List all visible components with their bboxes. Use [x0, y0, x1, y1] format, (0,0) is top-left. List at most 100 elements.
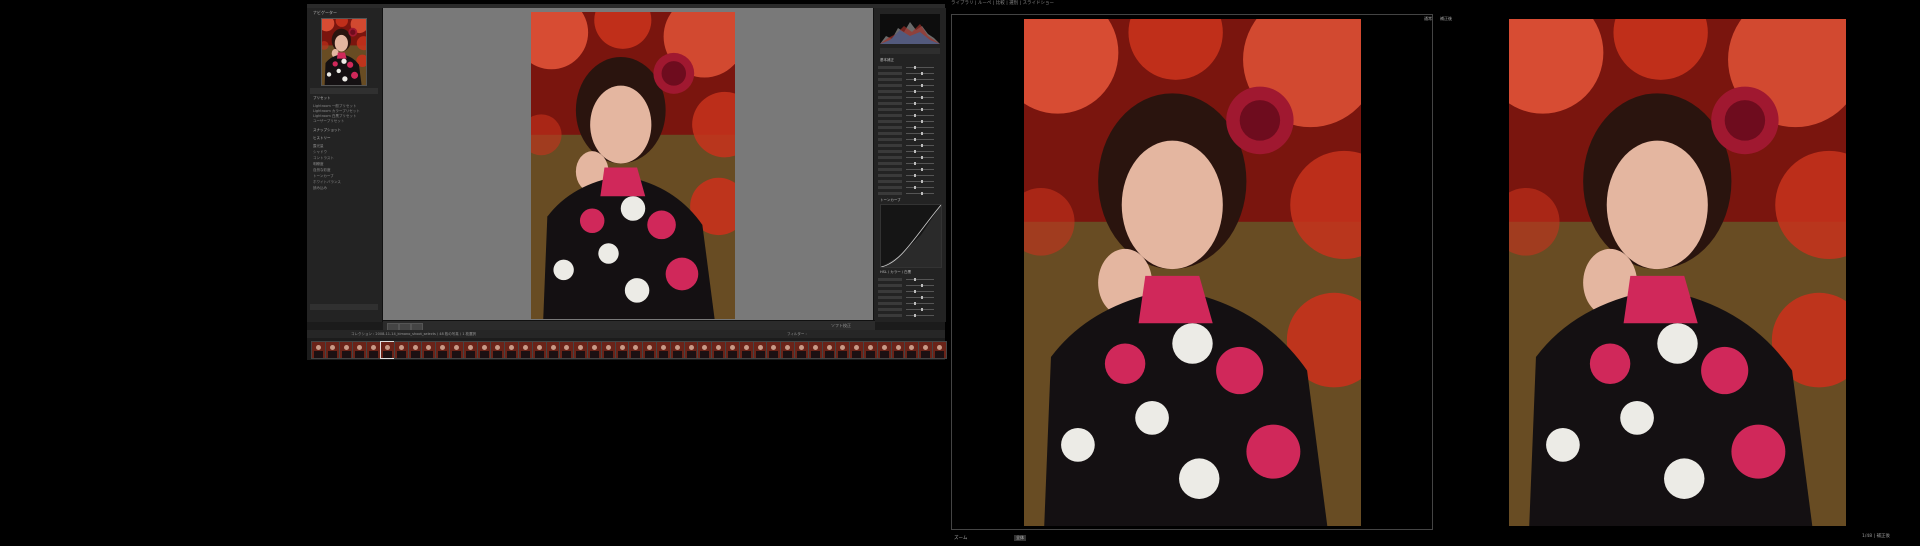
tone-curve-section-title[interactable]: トーンカーブ	[880, 198, 901, 202]
history-item[interactable]: 自然な彩度	[313, 168, 331, 172]
filmstrip-source-path[interactable]: コレクション : 2008-11-14_kimono_shoot_selects…	[351, 331, 476, 337]
snapshots-section-title[interactable]: スナップショット	[313, 128, 341, 132]
filmstrip-thumbnail[interactable]	[421, 341, 437, 359]
filmstrip-thumbnail[interactable]	[849, 341, 865, 359]
basic-slider-track[interactable]	[906, 187, 934, 188]
hsl-slider-track[interactable]	[906, 279, 934, 280]
basic-slider-row[interactable]	[878, 114, 942, 117]
basic-slider-row[interactable]	[878, 180, 942, 183]
filmstrip-thumbnail[interactable]	[352, 341, 368, 359]
basic-slider-row[interactable]	[878, 156, 942, 159]
basic-slider-row[interactable]	[878, 66, 942, 69]
filmstrip-thumbnail[interactable]	[697, 341, 713, 359]
history-item[interactable]: 明瞭度	[313, 162, 324, 166]
basic-slider-row[interactable]	[878, 96, 942, 99]
filmstrip-thumbnail[interactable]	[435, 341, 451, 359]
menu-compare[interactable]: 比較	[996, 1, 1005, 6]
filmstrip-thumbnail[interactable]	[393, 341, 409, 359]
basic-slider-knob[interactable]	[921, 168, 923, 171]
filmstrip-thumbnail[interactable]	[932, 341, 947, 359]
basic-slider-row[interactable]	[878, 132, 942, 135]
basic-slider-row[interactable]	[878, 126, 942, 129]
filmstrip-thumbnail[interactable]	[366, 341, 382, 359]
basic-slider-row[interactable]	[878, 120, 942, 123]
basic-slider-track[interactable]	[906, 157, 934, 158]
basic-slider-knob[interactable]	[914, 150, 916, 153]
basic-slider-row[interactable]	[878, 102, 942, 105]
basic-slider-track[interactable]	[906, 121, 934, 122]
basic-slider-knob[interactable]	[914, 126, 916, 129]
basic-slider-row[interactable]	[878, 144, 942, 147]
filmstrip-thumbnail[interactable]	[738, 341, 754, 359]
basic-slider-knob[interactable]	[914, 66, 916, 69]
basic-slider-knob[interactable]	[914, 90, 916, 93]
basic-slider-track[interactable]	[906, 169, 934, 170]
hsl-slider-knob[interactable]	[921, 308, 923, 311]
basic-slider-track[interactable]	[906, 163, 934, 164]
filmstrip-thumbnail[interactable]	[545, 341, 561, 359]
filmstrip-thumbnail[interactable]	[518, 341, 533, 359]
basic-slider-knob[interactable]	[921, 144, 923, 147]
basic-slider-knob[interactable]	[914, 174, 916, 177]
tool-strip[interactable]	[880, 48, 940, 54]
filmstrip-thumbnail[interactable]	[462, 341, 478, 359]
history-section-title[interactable]: ヒストリー	[313, 136, 331, 140]
menu-slideshow[interactable]: スライドショー	[1023, 1, 1055, 6]
navigator-zoom-bar[interactable]	[310, 88, 378, 94]
hsl-slider-knob[interactable]	[914, 314, 916, 317]
basic-slider-row[interactable]	[878, 108, 942, 111]
main-photo[interactable]	[531, 12, 735, 319]
menu-survey[interactable]: 選別	[1009, 1, 1018, 6]
filmstrip-thumbnail[interactable]	[449, 341, 464, 359]
basic-slider-track[interactable]	[906, 97, 934, 98]
tone-curve[interactable]	[880, 204, 942, 268]
basic-slider-knob[interactable]	[914, 162, 916, 165]
preset-item[interactable]: ユーザープリセット	[313, 119, 344, 123]
basic-slider-track[interactable]	[906, 73, 934, 74]
hsl-slider-knob[interactable]	[921, 284, 923, 287]
loupe-photo[interactable]	[1024, 19, 1361, 526]
hsl-slider-knob[interactable]	[914, 278, 916, 281]
basic-slider-knob[interactable]	[921, 132, 923, 135]
hsl-slider-track[interactable]	[906, 285, 934, 286]
filmstrip-thumbnail[interactable]	[324, 341, 340, 359]
basic-slider-track[interactable]	[906, 193, 934, 194]
filmstrip-thumbnail[interactable]	[780, 341, 796, 359]
basic-slider-track[interactable]	[906, 175, 934, 176]
hsl-slider-track[interactable]	[906, 303, 934, 304]
basic-slider-track[interactable]	[906, 67, 934, 68]
filmstrip-thumbnail[interactable]	[766, 341, 782, 359]
basic-slider-row[interactable]	[878, 186, 942, 189]
basic-slider-knob[interactable]	[914, 102, 916, 105]
basic-slider-track[interactable]	[906, 127, 934, 128]
hsl-slider-row[interactable]	[878, 296, 942, 299]
hsl-slider-row[interactable]	[878, 278, 942, 281]
hsl-slider-row[interactable]	[878, 290, 942, 293]
basic-slider-track[interactable]	[906, 139, 934, 140]
basic-slider-track[interactable]	[906, 85, 934, 86]
hsl-slider-row[interactable]	[878, 314, 942, 317]
basic-slider-track[interactable]	[906, 103, 934, 104]
filmstrip-thumbnail[interactable]	[380, 341, 395, 359]
hsl-slider-track[interactable]	[906, 315, 934, 316]
soft-proof-label[interactable]: ソフト校正	[831, 323, 851, 329]
basic-slider-track[interactable]	[906, 181, 934, 182]
hsl-section-title[interactable]: HSL / カラー / 白黒	[880, 270, 911, 274]
filmstrip-thumbnail[interactable]	[711, 341, 727, 359]
basic-slider-track[interactable]	[906, 145, 934, 146]
basic-slider-knob[interactable]	[914, 114, 916, 117]
filmstrip-thumbnail[interactable]	[876, 341, 892, 359]
filmstrip-thumbnail[interactable]	[628, 341, 644, 359]
history-item[interactable]: トーンカーブ	[313, 174, 334, 178]
hsl-slider-knob[interactable]	[914, 290, 916, 293]
zoom-dropdown[interactable]: 全体	[1014, 535, 1026, 541]
filmstrip-thumbnail[interactable]	[835, 341, 851, 359]
basic-slider-row[interactable]	[878, 90, 942, 93]
hsl-slider-row[interactable]	[878, 284, 942, 287]
history-item[interactable]: コントラスト	[313, 156, 334, 160]
basic-slider-row[interactable]	[878, 138, 942, 141]
basic-slider-row[interactable]	[878, 84, 942, 87]
filmstrip-thumbnail[interactable]	[821, 341, 837, 359]
filmstrip-thumbnail[interactable]	[407, 341, 423, 359]
compare-photo[interactable]	[1509, 19, 1846, 526]
